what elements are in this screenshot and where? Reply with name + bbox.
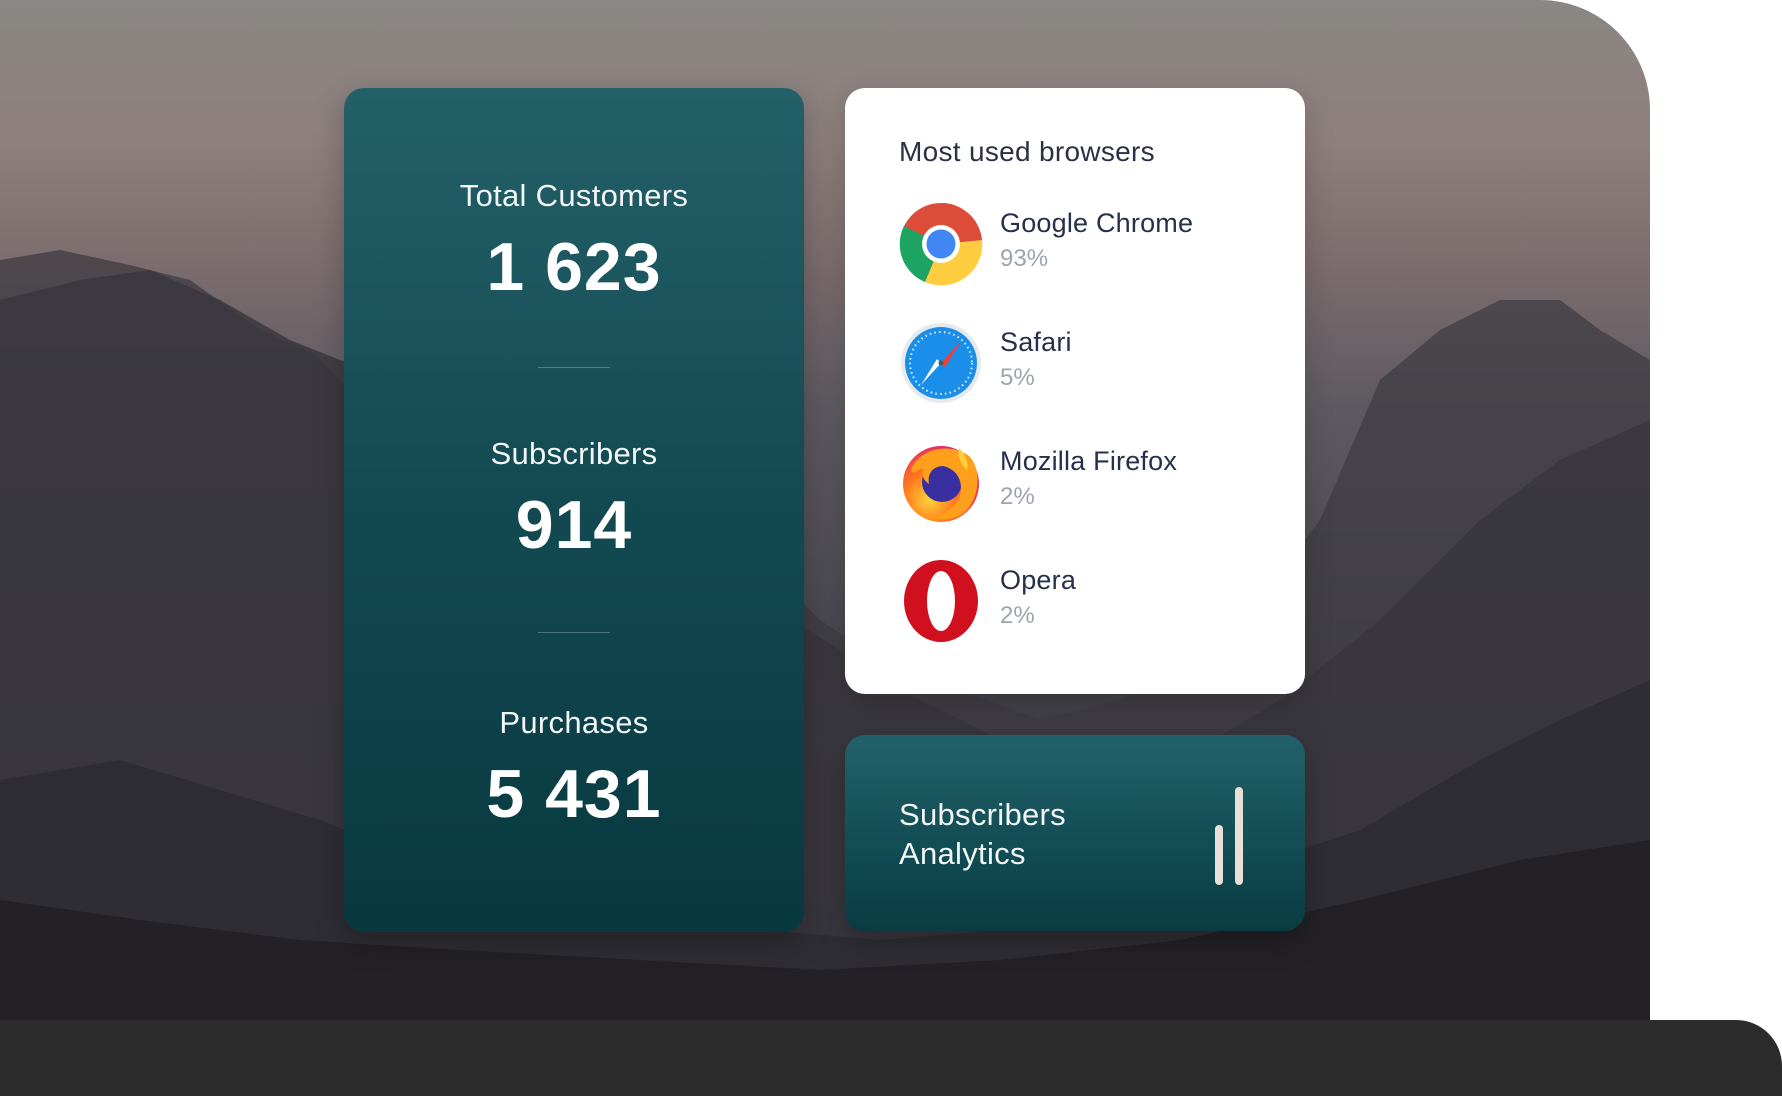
browser-percent: 5% (1000, 364, 1035, 391)
bar-chart-icon (1215, 787, 1243, 885)
browser-percent: 93% (1000, 245, 1049, 272)
divider (538, 367, 610, 368)
stat-value: 5 431 (486, 756, 662, 832)
analytics-label-line1: Subscribers (899, 797, 1066, 832)
divider (538, 632, 610, 633)
browser-row-firefox[interactable]: Mozilla Firefox 2% (899, 440, 1279, 524)
browser-row-chrome[interactable]: Google Chrome 93% (899, 202, 1279, 286)
opera-icon (904, 560, 978, 642)
stat-label: Total Customers (459, 178, 689, 213)
stat-total-customers: Total Customers 1 623 (344, 178, 804, 306)
browser-row-safari[interactable]: Safari 5% (899, 321, 1279, 405)
browser-row-opera[interactable]: Opera 2% (899, 559, 1279, 643)
stat-label: Subscribers (490, 436, 658, 471)
stat-value: 914 (515, 487, 633, 563)
browsers-card: Most used browsers Google Chrome 93% Saf… (845, 88, 1305, 694)
analytics-label: Subscribers Analytics (899, 795, 1159, 873)
browsers-title: Most used browsers (899, 136, 1155, 167)
browser-percent: 2% (1000, 602, 1035, 629)
safari-icon (901, 323, 981, 403)
chrome-icon (899, 202, 983, 286)
browser-name: Google Chrome (1000, 208, 1194, 238)
stat-label: Purchases (499, 705, 649, 740)
browser-name: Opera (1000, 565, 1077, 595)
subscribers-analytics-card[interactable]: Subscribers Analytics (845, 735, 1305, 931)
browser-name: Safari (1000, 327, 1072, 357)
analytics-label-line2: Analytics (899, 836, 1026, 871)
browser-name: Mozilla Firefox (1000, 446, 1178, 476)
stat-subscribers: Subscribers 914 (344, 436, 804, 564)
stats-card: Total Customers 1 623 Subscribers 914 Pu… (344, 88, 804, 932)
bottom-bar (0, 1020, 1782, 1096)
mountain-background (0, 0, 1650, 1020)
firefox-icon (903, 446, 979, 522)
browser-percent: 2% (1000, 483, 1035, 510)
stat-purchases: Purchases 5 431 (344, 705, 804, 833)
stat-value: 1 623 (486, 229, 662, 305)
